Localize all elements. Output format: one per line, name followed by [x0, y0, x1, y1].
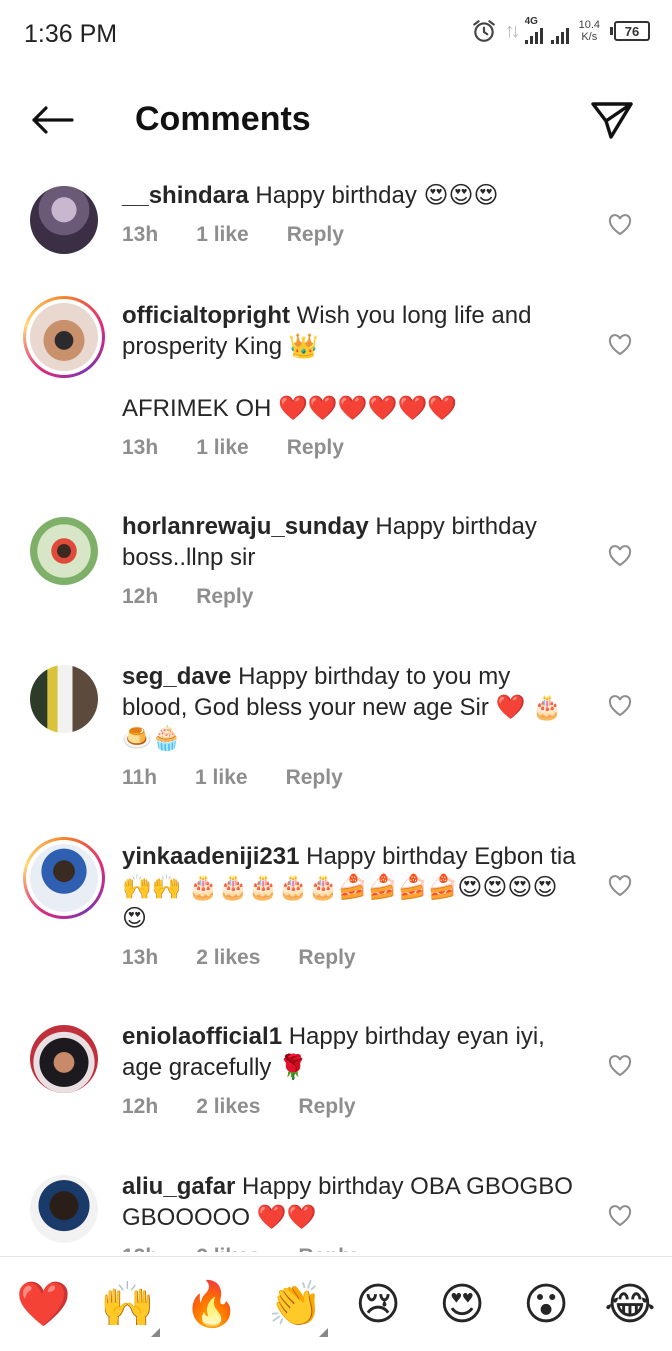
reply-button[interactable]: Reply: [298, 1241, 355, 1252]
reply-button[interactable]: Reply: [286, 762, 343, 793]
reply-button[interactable]: Reply: [287, 432, 344, 463]
emoji-raised-hands-glyph: 🙌: [100, 1280, 155, 1329]
comment-item: seg_dave Happy birthday to you my blood,…: [0, 661, 672, 801]
avatar[interactable]: [30, 186, 98, 254]
comment-likes[interactable]: 2 likes: [196, 1241, 260, 1252]
data-transfer-icon: ↑↓: [504, 19, 521, 42]
status-bar: 1:36 PM ↑↓ 4G 10.4 K/s 76: [0, 0, 672, 70]
page-title: Comments: [135, 100, 311, 138]
comment-item: __shindara Happy birthday 😍😍😍 13h 1 like…: [0, 180, 672, 280]
heart-outline-icon[interactable]: [608, 875, 632, 897]
comment-likes[interactable]: 2 likes: [196, 1091, 260, 1122]
emoji-clap-glyph: 👏: [268, 1280, 323, 1329]
battery-level: 76: [614, 21, 650, 41]
arrow-left-icon: [32, 106, 74, 134]
heart-outline-icon[interactable]: [608, 334, 632, 356]
comment-meta: 12h Reply: [122, 581, 582, 612]
network-type: 4G: [524, 16, 538, 27]
network-speed-unit: K/s: [581, 31, 598, 43]
emoji-heart-eyes-button[interactable]: 😍: [436, 1279, 488, 1331]
network-speed: 10.4 K/s: [579, 19, 600, 43]
share-button[interactable]: [588, 96, 636, 144]
reply-button[interactable]: Reply: [298, 942, 355, 973]
heart-outline-icon[interactable]: [608, 214, 632, 236]
comment-likes[interactable]: 1 like: [195, 762, 248, 793]
comment-likes[interactable]: 1 like: [196, 432, 249, 463]
comment-time: 13h: [122, 223, 159, 246]
comment-username[interactable]: eniolaofficial1: [122, 1023, 282, 1050]
comment-meta: 11h 1 like Reply: [122, 762, 582, 793]
status-time: 1:36 PM: [24, 20, 118, 48]
comment-username[interactable]: officialtopright: [122, 302, 290, 329]
back-button[interactable]: [26, 100, 78, 140]
comment-username[interactable]: aliu_gafar: [122, 1173, 235, 1200]
comment-meta: 12h 2 likes Reply: [122, 1091, 582, 1122]
heart-outline-icon[interactable]: [608, 545, 632, 567]
battery-icon: 76: [610, 21, 650, 41]
comment-username[interactable]: yinkaadeniji231: [122, 843, 299, 870]
comment-item: officialtopright Wish you long life and …: [0, 296, 672, 470]
reply-button[interactable]: Reply: [298, 1091, 355, 1122]
comment-meta: 13h 2 likes Reply: [122, 1241, 582, 1252]
comment-text: Happy birthday 😍😍😍: [248, 182, 499, 209]
emoji-surprised-button[interactable]: 😮: [520, 1279, 572, 1331]
comment-meta: 13h 1 like Reply: [122, 432, 582, 463]
comment-item: aliu_gafar Happy birthday OBA GBOGBO GBO…: [0, 1171, 672, 1252]
comment-time: 13h: [122, 436, 159, 459]
reply-button[interactable]: Reply: [196, 581, 253, 612]
paper-plane-icon: [591, 102, 633, 139]
comment-time: 11h: [122, 766, 158, 789]
header: Comments: [0, 80, 672, 160]
avatar[interactable]: [23, 296, 105, 378]
comment-meta: 13h 1 like Reply: [122, 219, 582, 250]
emoji-fire-button[interactable]: 🔥: [184, 1279, 239, 1331]
emoji-laughing-button[interactable]: 😂: [604, 1279, 656, 1331]
heart-outline-icon[interactable]: [608, 695, 632, 717]
avatar[interactable]: [30, 1025, 98, 1093]
emoji-raised-hands-button[interactable]: 🙌: [100, 1279, 160, 1337]
comment-username[interactable]: horlanrewaju_sunday: [122, 513, 369, 540]
comment-meta: 13h 2 likes Reply: [122, 942, 582, 973]
comments-list[interactable]: __shindara Happy birthday 😍😍😍 13h 1 like…: [0, 170, 672, 1252]
alarm-clock-icon: [472, 20, 495, 42]
reply-button[interactable]: Reply: [287, 219, 344, 250]
signal-strength-icon: 4G: [524, 16, 543, 44]
comment-time: 12h: [122, 1095, 159, 1118]
comment-item: eniolaofficial1 Happy birthday eyan iyi,…: [0, 1021, 672, 1141]
heart-outline-icon[interactable]: [608, 1055, 632, 1077]
comment-username[interactable]: __shindara: [122, 182, 249, 209]
network-speed-value: 10.4: [578, 19, 600, 31]
emoji-reaction-bar: ❤️ 🙌 🔥 👏 😢 😍 😮 😂: [0, 1256, 672, 1351]
avatar[interactable]: [30, 1175, 98, 1243]
comment-time: 13h: [122, 1241, 158, 1252]
emoji-crying-button[interactable]: 😢: [352, 1279, 404, 1331]
heart-outline-icon[interactable]: [608, 1205, 632, 1227]
emoji-heart-button[interactable]: ❤️: [16, 1279, 71, 1331]
comment-time: 13h: [122, 946, 159, 969]
avatar[interactable]: [30, 517, 98, 585]
emoji-clap-button[interactable]: 👏: [268, 1279, 328, 1337]
comment-username[interactable]: seg_dave: [122, 663, 231, 690]
status-icons: ↑↓ 4G 10.4 K/s 76: [471, 16, 650, 44]
comment-item: yinkaadeniji231 Happy birthday Egbon tia…: [0, 837, 672, 981]
avatar[interactable]: [30, 665, 98, 733]
comment-item: horlanrewaju_sunday Happy birthday boss.…: [0, 511, 672, 631]
comment-likes[interactable]: 1 like: [196, 219, 249, 250]
comment-likes[interactable]: 2 likes: [196, 942, 260, 973]
signal-strength-icon-2: [550, 18, 569, 44]
comment-time: 12h: [122, 585, 159, 608]
avatar[interactable]: [23, 837, 105, 919]
